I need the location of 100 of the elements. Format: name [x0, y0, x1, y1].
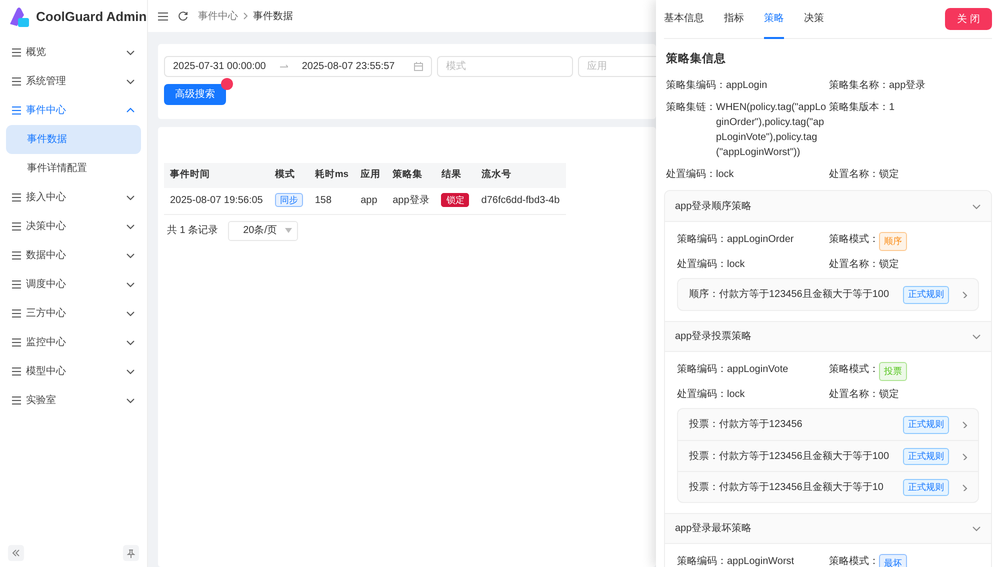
panel-header[interactable]: app登录投票策略: [665, 321, 991, 352]
field-label: 策略集链：: [666, 101, 716, 116]
chevron-icon: [961, 484, 970, 491]
field-label: 处置编码：: [677, 258, 727, 272]
sidebar-item[interactable]: 接入中心: [6, 183, 141, 212]
menu-icon: [12, 367, 21, 376]
field-label: 策略编码：: [677, 554, 727, 567]
field-value: lock: [727, 388, 745, 402]
table-cell: app登录: [386, 188, 436, 214]
field-value: app登录: [889, 79, 926, 94]
menu-icon: [12, 280, 21, 289]
chevron-icon: [126, 339, 135, 346]
column-header: 流水号: [475, 163, 566, 188]
input-field[interactable]: 应用: [578, 56, 656, 77]
sidebar-item[interactable]: 实验室: [6, 386, 141, 415]
menu-icon: [12, 396, 21, 405]
section-title: 策略集信息: [665, 51, 727, 67]
field-value: appLoginVote: [727, 363, 788, 378]
sidebar-item[interactable]: 系统管理: [6, 67, 141, 96]
field-value: appLoginOrder: [727, 233, 794, 248]
field-value: 1: [889, 101, 895, 116]
sidebar-item[interactable]: 决策中心: [6, 212, 141, 241]
tab[interactable]: 基本信息: [664, 0, 704, 38]
sidebar-item[interactable]: 数据中心: [6, 241, 141, 270]
tab[interactable]: 指标: [724, 0, 744, 38]
panel-header[interactable]: app登录最坏策略: [665, 513, 991, 544]
chevron-icon: [243, 12, 248, 20]
field-value: 锁定: [879, 168, 899, 182]
chevron-icon: [961, 452, 970, 460]
caret-icon: [285, 228, 292, 233]
logo-icon: [8, 6, 30, 28]
field-label: 处置名称：: [829, 258, 879, 272]
mode-tag: 同步: [274, 193, 303, 208]
chevron-icon: [126, 223, 135, 230]
column-header: 模式: [268, 163, 309, 188]
collapse-icon[interactable]: [8, 545, 24, 561]
chevron-icon: [126, 368, 135, 375]
sidebar-subitem[interactable]: 事件详情配置: [6, 154, 141, 183]
sidebar-item[interactable]: 监控中心: [6, 328, 141, 357]
field-label: 处置编码：: [677, 388, 727, 402]
chevron-icon: [126, 281, 135, 288]
page-size-select[interactable]: 20条/页: [228, 220, 298, 240]
input-field[interactable]: 模式: [437, 56, 573, 77]
table-cell: 2025-08-07 19:56:05: [164, 188, 269, 214]
tab[interactable]: 策略: [764, 0, 784, 38]
field-value: appLogin: [726, 79, 768, 94]
close-button[interactable]: 关 闭: [945, 8, 992, 30]
advanced-search-button[interactable]: 高级搜索: [164, 84, 226, 105]
breadcrumb-item[interactable]: 事件中心: [198, 8, 238, 24]
field-label: 策略模式：: [829, 554, 879, 567]
chevron-icon: [126, 252, 135, 259]
field-label: 处置编码：: [666, 168, 716, 182]
app-title: CoolGuard Admin: [36, 8, 147, 26]
column-header: 应用: [354, 163, 387, 188]
rule-row[interactable]: 投票：付款方等于123456且金额大于等于100 正式规则: [678, 440, 978, 472]
rule-row[interactable]: 投票：付款方等于123456且金额大于等于10 正式规则: [678, 471, 978, 502]
rule-row[interactable]: 投票：付款方等于123456 正式规则: [678, 409, 978, 440]
chevron-icon: [126, 78, 135, 85]
menu-icon: [12, 222, 21, 231]
refresh-icon[interactable]: [178, 11, 188, 21]
sidebar-item[interactable]: 调度中心: [6, 270, 141, 299]
field-value: 锁定: [879, 388, 899, 402]
chevron-icon: [961, 291, 970, 298]
menu-icon: [12, 309, 21, 318]
sidebar-item[interactable]: 模型中心: [6, 357, 141, 386]
menu-icon: [12, 106, 21, 115]
date-range-field[interactable]: 2025-07-31 00:00:00 2025-08-07 23:55:57: [164, 56, 432, 77]
rule-row[interactable]: 顺序：付款方等于123456且金额大于等于100 正式规则: [678, 279, 978, 310]
chevron-icon: [126, 49, 135, 56]
column-header: 结果: [435, 163, 476, 188]
chevron-icon: [126, 194, 135, 201]
chevron-icon: [961, 421, 970, 428]
menu-icon: [12, 193, 21, 202]
menu-icon[interactable]: [158, 12, 168, 20]
rule-tag: 正式规则: [903, 416, 949, 434]
panel-header[interactable]: app登录顺序策略: [665, 191, 991, 222]
notification-dot: [221, 78, 233, 90]
pin-icon[interactable]: [123, 545, 139, 561]
rule-tag: 正式规则: [903, 478, 949, 496]
column-header: 耗时ms: [308, 163, 355, 188]
menu-icon: [12, 251, 21, 260]
field-value: 锁定: [879, 258, 899, 272]
field-label: 策略模式：: [829, 362, 879, 378]
sidebar-item[interactable]: 三方中心: [6, 299, 141, 328]
sidebar-item[interactable]: 事件中心: [6, 96, 141, 125]
chevron-icon: [126, 310, 135, 317]
table-cell: d76fc6dd-fbd3-4b: [475, 188, 566, 214]
table-cell: 158: [308, 188, 355, 214]
chevron-icon: [126, 397, 135, 404]
table-cell: app: [354, 188, 387, 214]
field-label: 策略编码：: [677, 232, 727, 248]
field-label: 处置名称：: [829, 388, 879, 402]
field-label: 策略集名称：: [829, 79, 889, 94]
chevron-icon: [972, 525, 981, 532]
field-label: 策略编码：: [677, 362, 727, 378]
tab[interactable]: 决策: [804, 0, 824, 38]
sidebar-item[interactable]: 概览: [6, 38, 141, 67]
menu-icon: [12, 77, 21, 86]
chevron-icon: [972, 202, 981, 210]
field-value: lock: [727, 258, 745, 272]
